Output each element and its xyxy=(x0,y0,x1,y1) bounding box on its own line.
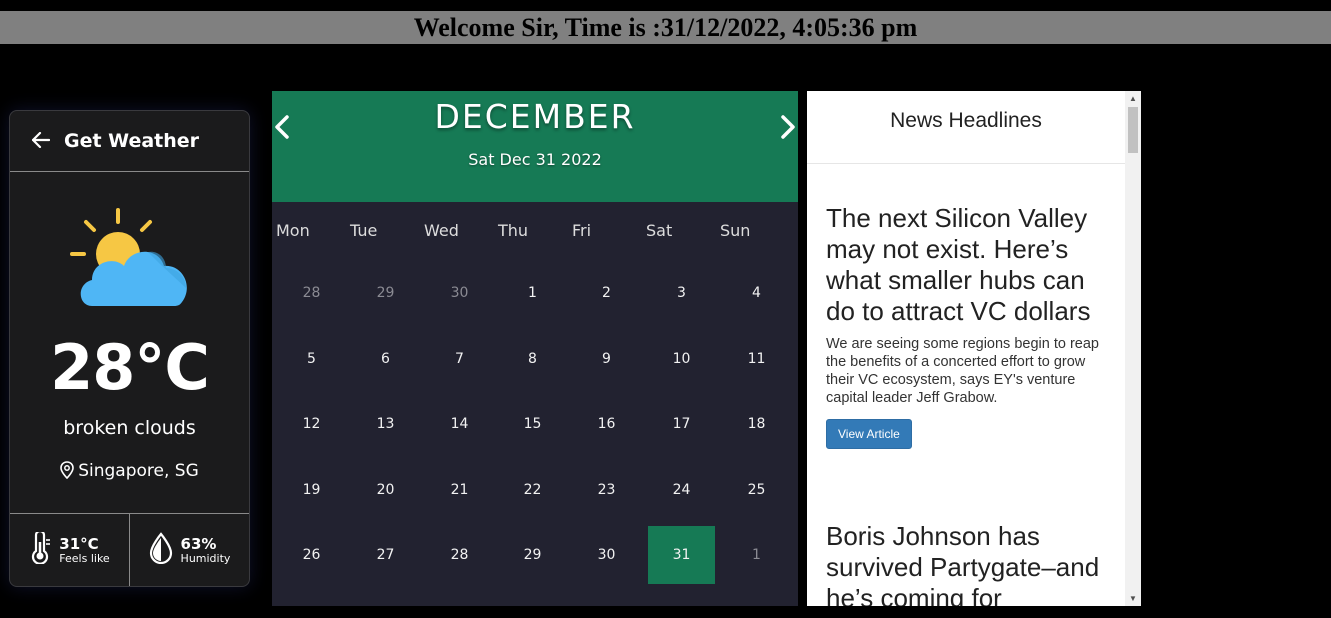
calendar-day[interactable]: 7 xyxy=(426,330,493,388)
news-article: Boris Johnson has survived Partygate–and… xyxy=(826,521,1116,606)
weather-header: Get Weather xyxy=(10,111,249,172)
weather-description: broken clouds xyxy=(63,417,196,439)
calendar-day[interactable]: 26 xyxy=(278,526,345,584)
location-text: Singapore, SG xyxy=(78,461,199,481)
news-article: The next Silicon Valley may not exist. H… xyxy=(826,203,1116,449)
scroll-down-icon[interactable]: ▼ xyxy=(1125,594,1141,603)
calendar-day[interactable]: 29 xyxy=(499,526,566,584)
calendar-day[interactable]: 5 xyxy=(278,330,345,388)
calendar-day[interactable]: 29 xyxy=(352,264,419,322)
weekday-label: Wed xyxy=(424,221,459,240)
view-article-button[interactable]: View Article xyxy=(826,419,912,449)
calendar-day[interactable]: 19 xyxy=(278,461,345,519)
calendar-header: DECEMBER Sat Dec 31 2022 xyxy=(272,91,798,202)
news-title: News Headlines xyxy=(807,91,1125,164)
humidity-value: 63% xyxy=(180,534,217,553)
calendar-day[interactable]: 30 xyxy=(573,526,640,584)
droplet-icon xyxy=(149,532,173,568)
temperature-value: 28°C xyxy=(50,331,210,404)
sun-cloud-icon xyxy=(70,206,192,316)
weekday-label: Sat xyxy=(646,221,673,240)
calendar-day[interactable]: 28 xyxy=(426,526,493,584)
calendar-day[interactable]: 24 xyxy=(648,461,715,519)
calendar-day[interactable]: 4 xyxy=(723,264,790,322)
news-panel: News Headlines The next Silicon Valley m… xyxy=(807,91,1141,606)
calendar-day[interactable]: 11 xyxy=(723,330,790,388)
calendar-day[interactable]: 1 xyxy=(723,526,790,584)
calendar-day[interactable]: 10 xyxy=(648,330,715,388)
calendar-day[interactable]: 12 xyxy=(278,395,345,453)
calendar-day[interactable]: 28 xyxy=(278,264,345,322)
calendar-day[interactable]: 13 xyxy=(352,395,419,453)
weekday-label: Thu xyxy=(498,221,529,240)
thermometer-icon xyxy=(29,529,51,568)
article-headline[interactable]: Boris Johnson has survived Partygate–and… xyxy=(826,521,1116,606)
calendar-day[interactable]: 1 xyxy=(499,264,566,322)
welcome-banner: Welcome Sir, Time is :31/12/2022, 4:05:3… xyxy=(0,11,1331,44)
calendar-day[interactable]: 9 xyxy=(573,330,640,388)
news-scrollbar[interactable]: ▲ ▼ xyxy=(1125,91,1141,606)
humidity: 63% Humidity xyxy=(129,514,249,586)
weather-title: Get Weather xyxy=(64,130,200,152)
location: Singapore, SG xyxy=(10,461,249,484)
weekday-label: Sun xyxy=(720,221,751,240)
chevron-right-icon[interactable] xyxy=(780,113,796,148)
calendar-day[interactable]: 20 xyxy=(352,461,419,519)
calendar-day[interactable]: 6 xyxy=(352,330,419,388)
weekday-label: Tue xyxy=(350,221,378,240)
calendar-day[interactable]: 30 xyxy=(426,264,493,322)
calendar-day[interactable]: 27 xyxy=(352,526,419,584)
arrow-left-icon[interactable] xyxy=(31,129,51,153)
calendar-day[interactable]: 2 xyxy=(573,264,640,322)
scrollbar-thumb[interactable] xyxy=(1128,107,1138,153)
calendar-day[interactable]: 15 xyxy=(499,395,566,453)
weather-card: Get Weather 28°C broken clouds Singapore… xyxy=(9,110,250,587)
feels-like-value: 31°C xyxy=(59,534,99,553)
calendar-day[interactable]: 3 xyxy=(648,264,715,322)
feels-like-label: Feels like xyxy=(59,551,110,565)
weekday-label: Mon xyxy=(276,221,310,240)
calendar-day[interactable]: 18 xyxy=(723,395,790,453)
calendar-day[interactable]: 23 xyxy=(573,461,640,519)
calendar-day[interactable]: 25 xyxy=(723,461,790,519)
calendar-day[interactable]: 16 xyxy=(573,395,640,453)
weekday-row: Mon Tue Wed Thu Fri Sat Sun xyxy=(272,221,798,243)
calendar-day[interactable]: 21 xyxy=(426,461,493,519)
feels-like: 31°C Feels like xyxy=(10,514,129,586)
calendar-day[interactable]: 22 xyxy=(499,461,566,519)
scroll-up-icon[interactable]: ▲ xyxy=(1125,94,1141,103)
location-pin-icon xyxy=(60,461,75,484)
calendar: DECEMBER Sat Dec 31 2022 Mon Tue Wed Thu… xyxy=(272,91,798,606)
article-headline[interactable]: The next Silicon Valley may not exist. H… xyxy=(826,203,1116,327)
calendar-day[interactable]: 14 xyxy=(426,395,493,453)
humidity-label: Humidity xyxy=(180,551,231,565)
article-summary: We are seeing some regions begin to reap… xyxy=(826,336,1099,406)
calendar-day[interactable]: 8 xyxy=(499,330,566,388)
weather-details: 31°C Feels like 63% Humidity xyxy=(10,513,249,586)
calendar-selected-date: Sat Dec 31 2022 xyxy=(468,150,602,169)
calendar-day-today[interactable]: 31 xyxy=(648,526,715,584)
calendar-month: DECEMBER xyxy=(434,97,636,136)
calendar-day[interactable]: 17 xyxy=(648,395,715,453)
weekday-label: Fri xyxy=(572,221,592,240)
